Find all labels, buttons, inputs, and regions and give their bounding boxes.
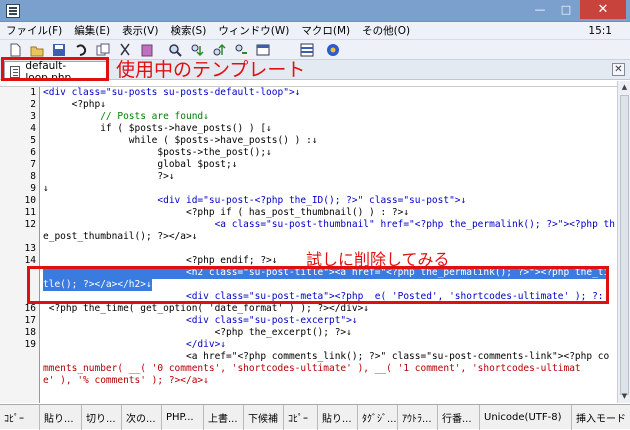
tab-highlight-box [1, 57, 109, 81]
close-icon: ✕ [597, 2, 609, 17]
menu-file[interactable]: ファイル(F) [0, 23, 68, 38]
fn-next-candidate[interactable]: 下候補 [244, 405, 284, 430]
open-folder-icon[interactable] [30, 43, 44, 57]
line-number: 2 [30, 99, 36, 110]
code-editor[interactable]: <div class="su-posts su-posts-default-lo… [41, 87, 617, 403]
fn-overwrite[interactable]: 上書... [204, 405, 244, 430]
fn-tag-jump[interactable]: ﾀｸﾞｼﾞ... [358, 405, 398, 430]
fn-paste[interactable]: 貼り... [40, 405, 82, 430]
menu-other[interactable]: その他(O) [356, 23, 416, 38]
save-icon[interactable] [52, 43, 66, 57]
line-number-gutter: 1 2 3 4 5 6 7 8 9 10 11 12 13 14 16 17 1… [0, 87, 40, 403]
fn-php[interactable]: PHP... [162, 405, 204, 430]
template-annotation: 使用中のテンプレート [116, 59, 306, 81]
line-number: 19 [24, 339, 36, 350]
line-number: 6 [30, 147, 36, 158]
line-number: 9 [30, 183, 36, 194]
encoding-indicator[interactable]: Unicode(UTF-8) [480, 405, 572, 430]
close-button[interactable]: ✕ [580, 0, 626, 19]
line-number: 5 [30, 135, 36, 146]
fn-line-number[interactable]: 行番... [438, 405, 480, 430]
line-number: 10 [24, 195, 36, 206]
code-line[interactable]: mments_number( __( '0 comments', 'shortc… [43, 363, 581, 375]
title-bar: — □ ✕ [0, 0, 630, 22]
scroll-thumb[interactable] [620, 95, 629, 395]
line-number: 16 [24, 303, 36, 314]
code-line[interactable]: ?>↓ [43, 171, 174, 183]
line-number: 17 [24, 315, 36, 326]
menu-bar: ファイル(F) 編集(E) 表示(V) 検索(S) ウィンドウ(W) マクロ(M… [0, 22, 630, 40]
fn-copy2[interactable]: ｺﾋﾟｰ [284, 405, 318, 430]
code-line[interactable]: // Posts are found↓ [43, 111, 209, 123]
help-icon[interactable] [326, 43, 340, 57]
maximize-button[interactable]: □ [553, 0, 579, 19]
code-line[interactable]: <?php the_time( get_option( 'date_format… [43, 303, 369, 315]
line-number: 12 [24, 219, 36, 230]
code-line[interactable]: <?php↓ [43, 99, 106, 111]
code-line[interactable]: <?php if ( has_post_thumbnail() ) : ?>↓ [43, 207, 409, 219]
deletion-annotation: 試しに削除してみる [306, 250, 450, 269]
minimize-button[interactable]: — [527, 0, 553, 19]
line-number: 18 [24, 327, 36, 338]
cursor-position: 15:1 [588, 25, 612, 37]
code-line[interactable]: $posts->the_post();↓ [43, 147, 271, 159]
new-file-icon[interactable] [8, 43, 22, 57]
menu-window[interactable]: ウィンドウ(W) [212, 23, 295, 38]
fn-cut[interactable]: 切り... [82, 405, 122, 430]
copy-icon[interactable] [96, 43, 110, 57]
code-line[interactable]: <div class="su-posts su-posts-default-lo… [43, 87, 300, 99]
minimize-icon: — [534, 3, 546, 16]
undo-icon[interactable] [74, 43, 88, 57]
code-line[interactable]: ↓ [43, 183, 49, 195]
deletion-highlight-box [27, 266, 609, 304]
maximize-icon: □ [560, 3, 572, 16]
menu-edit[interactable]: 編集(E) [68, 23, 116, 38]
line-number: 1 [30, 87, 36, 98]
line-number: 8 [30, 171, 36, 182]
fn-next[interactable]: 次の... [122, 405, 162, 430]
line-number: 13 [24, 243, 36, 254]
code-line[interactable]: <?php the_excerpt(); ?>↓ [43, 327, 352, 339]
insert-mode-indicator: 挿入モード [576, 414, 626, 425]
code-line[interactable]: while ( $posts->have_posts() ) :↓ [43, 135, 318, 147]
app-icon[interactable] [6, 4, 20, 18]
code-line[interactable]: <div class="su-post-excerpt">↓ [43, 315, 358, 327]
code-line[interactable]: <div id="su-post-<?php the_ID(); ?>" cla… [43, 195, 466, 207]
code-line[interactable]: global $post;↓ [43, 159, 237, 171]
scroll-down-icon[interactable]: ▼ [619, 390, 630, 402]
code-line[interactable]: e_post_thumbnail(); ?></a>↓ [43, 231, 197, 243]
fn-copy[interactable]: ｺﾋﾟｰ [0, 405, 40, 430]
code-line[interactable]: </div>↓ [43, 339, 226, 351]
line-number: 3 [30, 111, 36, 122]
code-line[interactable]: <a class="su-post-thumbnail" href="<?php… [43, 219, 615, 231]
scroll-up-icon[interactable]: ▲ [619, 81, 630, 93]
line-number: 4 [30, 123, 36, 134]
status-bar: ｺﾋﾟｰ 貼り... 切り... 次の... PHP... 上書... 下候補 … [0, 404, 630, 430]
line-number: 7 [30, 159, 36, 170]
code-line[interactable]: e' ), '% comments' ); ?></a>↓ [43, 375, 209, 387]
fn-paste2[interactable]: 貼り... [318, 405, 358, 430]
line-number: 11 [24, 207, 36, 218]
code-line[interactable]: if ( $posts->have_posts() ) [↓ [43, 123, 272, 135]
tab-close-button[interactable]: ✕ [612, 63, 625, 76]
code-line[interactable]: <a href="<?php comments_link(); ?>" clas… [43, 351, 609, 363]
menu-search[interactable]: 検索(S) [164, 23, 212, 38]
menu-macro[interactable]: マクロ(M) [295, 23, 356, 38]
vertical-scrollbar[interactable]: ▲ ▼ [617, 81, 630, 403]
menu-view[interactable]: 表示(V) [116, 23, 164, 38]
fn-outline[interactable]: ｱｳﾄﾗ... [398, 405, 438, 430]
close-icon: ✕ [614, 64, 623, 75]
